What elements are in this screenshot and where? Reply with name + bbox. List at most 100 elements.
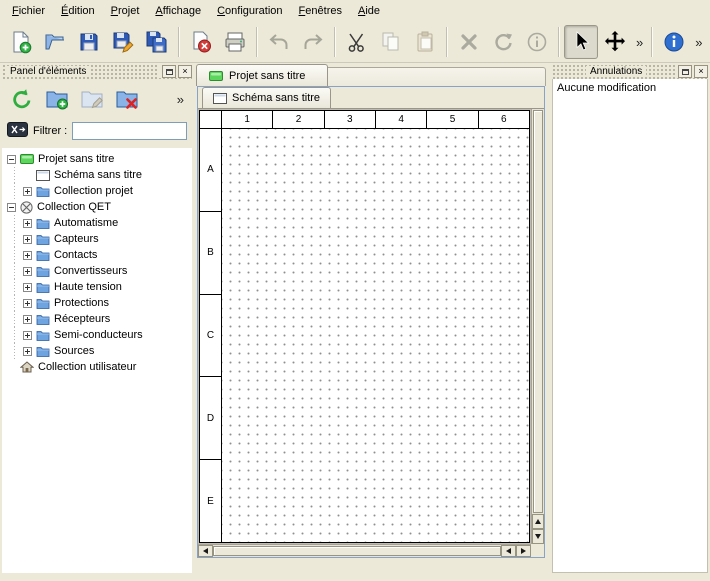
print-button[interactable] xyxy=(218,25,252,59)
delete-button[interactable] xyxy=(452,25,486,59)
tree-item-recepteurs[interactable]: Récepteurs xyxy=(2,311,192,327)
reload-collections-button[interactable] xyxy=(6,83,38,115)
column-header: 5 xyxy=(427,111,478,128)
diagram-sheet[interactable]: 1 2 3 4 5 6 A B C D E xyxy=(199,110,530,543)
folder-icon xyxy=(36,186,50,197)
expand-icon[interactable] xyxy=(23,331,32,340)
schema-tab-icon xyxy=(213,93,227,104)
project-tabbar: Projet sans titre xyxy=(196,62,546,86)
cut-button[interactable] xyxy=(340,25,374,59)
expand-icon[interactable] xyxy=(23,187,32,196)
tree-item-collection-projet[interactable]: Collection projet xyxy=(2,183,192,199)
redo-button[interactable] xyxy=(296,25,330,59)
tree-item-semi-conducteurs[interactable]: Semi-conducteurs xyxy=(2,327,192,343)
vertical-scrollbar[interactable] xyxy=(531,109,544,544)
tree-item-label: Contacts xyxy=(54,249,97,261)
folder-icon xyxy=(36,314,50,325)
right-arrow-icon xyxy=(521,548,526,554)
panel-toolbar-overflow-chevron[interactable]: » xyxy=(173,92,188,107)
pan-tool-button[interactable] xyxy=(598,25,632,59)
menu-affichage[interactable]: Affichage xyxy=(147,2,209,20)
menu-fenetres[interactable]: Fenêtres xyxy=(291,2,350,20)
undo-empty-text: Aucune modification xyxy=(557,82,656,94)
folder-icon xyxy=(36,234,50,245)
filter-input[interactable] xyxy=(72,122,187,140)
paste-button[interactable] xyxy=(408,25,442,59)
menu-configuration[interactable]: Configuration xyxy=(209,2,290,20)
tree-item-convertisseurs[interactable]: Convertisseurs xyxy=(2,263,192,279)
select-tool-button[interactable] xyxy=(564,25,598,59)
save-as-button[interactable] xyxy=(106,25,140,59)
edit-element-button[interactable] xyxy=(76,83,108,115)
scroll-left-button[interactable] xyxy=(198,545,213,557)
undo-list: Aucune modification xyxy=(552,79,708,573)
scroll-left-button-2[interactable] xyxy=(501,545,516,557)
expand-icon[interactable] xyxy=(23,251,32,260)
expand-icon[interactable] xyxy=(23,347,32,356)
vertical-scrollbar-thumb[interactable] xyxy=(533,110,543,513)
about-button[interactable] xyxy=(657,25,691,59)
delete-element-icon xyxy=(115,87,139,111)
collapse-icon[interactable] xyxy=(7,155,16,164)
tree-item-haute-tension[interactable]: Haute tension xyxy=(2,279,192,295)
element-info-button[interactable] xyxy=(520,25,554,59)
expand-icon[interactable] xyxy=(23,299,32,308)
scroll-right-button[interactable] xyxy=(516,545,531,557)
folder-icon xyxy=(36,282,50,293)
tree-item-sources[interactable]: Sources xyxy=(2,343,192,359)
project-tab-label: Projet sans titre xyxy=(229,70,305,82)
save-all-button[interactable] xyxy=(140,25,174,59)
tab-schema-sans-titre[interactable]: Schéma sans titre xyxy=(202,87,331,108)
folder-icon xyxy=(36,266,50,277)
main-toolbar: » » xyxy=(0,22,710,63)
expand-icon[interactable] xyxy=(23,235,32,244)
move-arrows-icon xyxy=(603,30,627,54)
copy-button[interactable] xyxy=(374,25,408,59)
tab-projet-sans-titre[interactable]: Projet sans titre xyxy=(196,64,328,86)
new-element-button[interactable] xyxy=(41,83,73,115)
project-icon xyxy=(20,154,34,164)
menu-fichier[interactable]: Fichier xyxy=(4,2,53,20)
horizontal-scrollbar-thumb[interactable] xyxy=(213,546,501,556)
scroll-down-button[interactable] xyxy=(532,529,544,544)
clear-filter-button[interactable] xyxy=(7,122,28,140)
tree-item-collection-qet[interactable]: Collection QET xyxy=(2,199,192,215)
new-project-button[interactable] xyxy=(4,25,38,59)
tree-item-automatisme[interactable]: Automatisme xyxy=(2,215,192,231)
tree-item-schema[interactable]: Schéma sans titre xyxy=(2,167,192,183)
close-panel-button[interactable]: × xyxy=(178,65,192,78)
edit-element-icon xyxy=(80,87,104,111)
delete-element-button[interactable] xyxy=(111,83,143,115)
folder-icon xyxy=(36,330,50,341)
undo-button[interactable] xyxy=(262,25,296,59)
menu-edition[interactable]: Édition xyxy=(53,2,103,20)
tree-item-label: Collection QET xyxy=(37,201,111,213)
menu-aide[interactable]: Aide xyxy=(350,2,388,20)
horizontal-scrollbar[interactable] xyxy=(198,544,531,557)
float-panel-button[interactable] xyxy=(162,65,176,78)
collapse-icon[interactable] xyxy=(7,203,16,212)
diagram-canvas[interactable] xyxy=(222,129,529,542)
tree-item-project[interactable]: Projet sans titre xyxy=(2,151,192,167)
expand-icon[interactable] xyxy=(23,267,32,276)
save-button[interactable] xyxy=(72,25,106,59)
tree-item-protections[interactable]: Protections xyxy=(2,295,192,311)
expand-icon[interactable] xyxy=(23,315,32,324)
expand-icon[interactable] xyxy=(23,219,32,228)
toolbar-extension-chevron[interactable]: » xyxy=(691,35,706,50)
menu-projet[interactable]: Projet xyxy=(103,2,148,20)
scroll-up-button[interactable] xyxy=(532,514,544,529)
float-icon xyxy=(166,69,173,75)
float-panel-button[interactable] xyxy=(678,65,692,78)
expand-icon[interactable] xyxy=(23,283,32,292)
ruler-corner xyxy=(200,111,222,128)
tree-item-capteurs[interactable]: Capteurs xyxy=(2,231,192,247)
close-file-button[interactable] xyxy=(184,25,218,59)
toolbar-overflow-chevron[interactable]: » xyxy=(632,35,647,50)
rotate-button[interactable] xyxy=(486,25,520,59)
open-project-button[interactable] xyxy=(38,25,72,59)
tree-item-collection-utilisateur[interactable]: Collection utilisateur xyxy=(2,359,192,375)
close-panel-button[interactable]: × xyxy=(694,65,708,78)
tree-item-contacts[interactable]: Contacts xyxy=(2,247,192,263)
toolbar-separator xyxy=(334,27,336,57)
